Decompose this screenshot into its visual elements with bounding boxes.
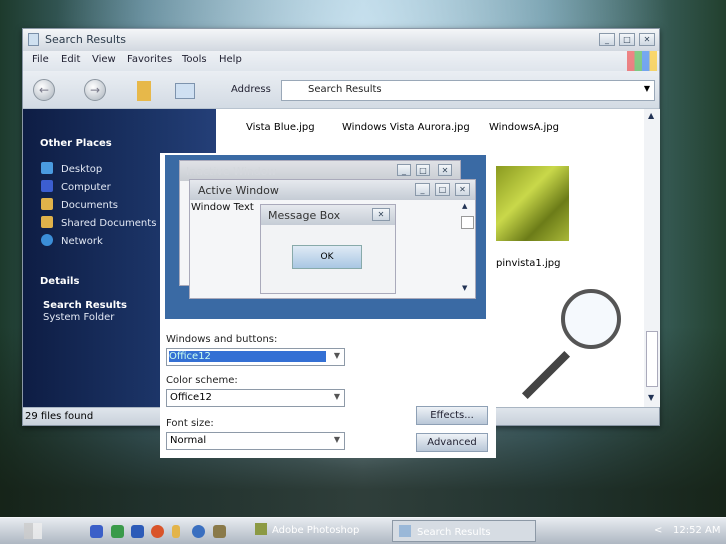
address-label: Address	[231, 84, 271, 95]
magnifier-handle	[521, 350, 571, 400]
sidebar-item-computer[interactable]: Computer	[41, 180, 111, 193]
menu-bar: File Edit View Favorites Tools Help	[23, 51, 659, 71]
sidebar-item-shared-documents[interactable]: Shared Documents	[41, 216, 156, 229]
thumbnail-image[interactable]	[496, 166, 569, 241]
details-title[interactable]: Details	[40, 276, 79, 287]
tool-icon[interactable]	[213, 525, 226, 538]
show-hidden-icons-button[interactable]: <	[654, 525, 662, 536]
chevron-down-icon[interactable]: ▼	[644, 84, 650, 93]
word-icon[interactable]	[131, 525, 144, 538]
magnifier-icon	[561, 289, 621, 349]
file-item[interactable]: pinvista1.jpg	[496, 258, 560, 269]
appearance-dialog: Inactive Window _ □ ✕ Active Window _ □ ✕ Wi…	[160, 153, 496, 458]
scroll-up-icon[interactable]: ▲	[648, 111, 654, 120]
vertical-scrollbar[interactable]: ▲ ▼	[644, 109, 660, 407]
clock[interactable]: 12:52 AM	[673, 525, 720, 536]
window-text: Window Text	[191, 202, 254, 213]
details-name: Search Results	[43, 300, 127, 311]
taskbar: Adobe Photoshop Search Results < 12:52 A…	[0, 517, 726, 544]
minimize-button[interactable]: _	[599, 33, 615, 46]
file-item[interactable]: Vista Blue.jpg	[246, 122, 315, 133]
color-scheme-label: Color scheme:	[166, 375, 238, 386]
forward-button[interactable]: →	[84, 79, 106, 101]
windows-buttons-select[interactable]: Office12 ▼	[166, 348, 345, 366]
status-text: 29 files found	[25, 411, 94, 422]
menu-help[interactable]: Help	[219, 54, 242, 65]
advanced-button[interactable]: Advanced	[416, 433, 488, 452]
windows-logo-icon	[627, 51, 657, 71]
title-bar[interactable]: Search Results _ □ ✕	[23, 29, 659, 51]
font-size-label: Font size:	[166, 418, 214, 429]
toolbar: ← → Address Search Results ▼	[23, 71, 659, 109]
message-box-preview: Message Box ✕ OK	[260, 204, 396, 294]
effects-button[interactable]: Effects...	[416, 406, 488, 425]
menu-favorites[interactable]: Favorites	[127, 54, 172, 65]
folder-icon	[28, 33, 39, 46]
file-item[interactable]: WindowsA.jpg	[489, 122, 559, 133]
window-title: Search Results	[45, 33, 127, 46]
browser-icon[interactable]	[151, 525, 164, 538]
appearance-preview: Inactive Window _ □ ✕ Active Window _ □ ✕ Wi…	[165, 155, 486, 319]
scroll-thumb[interactable]	[646, 331, 658, 387]
start-button[interactable]	[24, 523, 42, 539]
file-item[interactable]: Windows Vista Aurora.jpg	[342, 122, 470, 133]
back-button[interactable]: ←	[33, 79, 55, 101]
menu-view[interactable]: View	[92, 54, 116, 65]
media-player-icon[interactable]	[192, 525, 205, 538]
sidebar-item-desktop[interactable]: Desktop	[41, 162, 102, 175]
folder-up-icon[interactable]	[137, 81, 151, 101]
ok-button-preview: OK	[292, 245, 362, 269]
show-desktop-icon[interactable]	[90, 525, 103, 538]
menu-edit[interactable]: Edit	[61, 54, 80, 65]
sidebar-item-documents[interactable]: Documents	[41, 198, 118, 211]
address-bar[interactable]: Search Results ▼	[281, 80, 655, 101]
windows-buttons-label: Windows and buttons:	[166, 334, 278, 345]
menu-tools[interactable]: Tools	[182, 54, 207, 65]
views-icon[interactable]	[175, 83, 195, 99]
close-button[interactable]: ✕	[639, 33, 655, 46]
sidebar-item-network[interactable]: Network	[41, 234, 103, 247]
refresh-icon[interactable]	[111, 525, 124, 538]
taskbar-photoshop[interactable]: Adobe Photoshop	[255, 523, 385, 541]
taskbar-search-results[interactable]: Search Results	[392, 520, 536, 542]
scroll-down-icon[interactable]: ▼	[648, 393, 654, 402]
color-scheme-select[interactable]: Office12 ▼	[166, 389, 345, 407]
folder-icon[interactable]	[172, 525, 180, 538]
maximize-button[interactable]: □	[619, 33, 635, 46]
address-value: Search Results	[308, 84, 382, 95]
other-places-title[interactable]: Other Places	[40, 138, 112, 149]
inactive-window-title: Inactive Window	[186, 165, 277, 178]
details-type: System Folder	[43, 312, 115, 323]
menu-file[interactable]: File	[32, 54, 49, 65]
font-size-select[interactable]: Normal ▼	[166, 432, 345, 450]
